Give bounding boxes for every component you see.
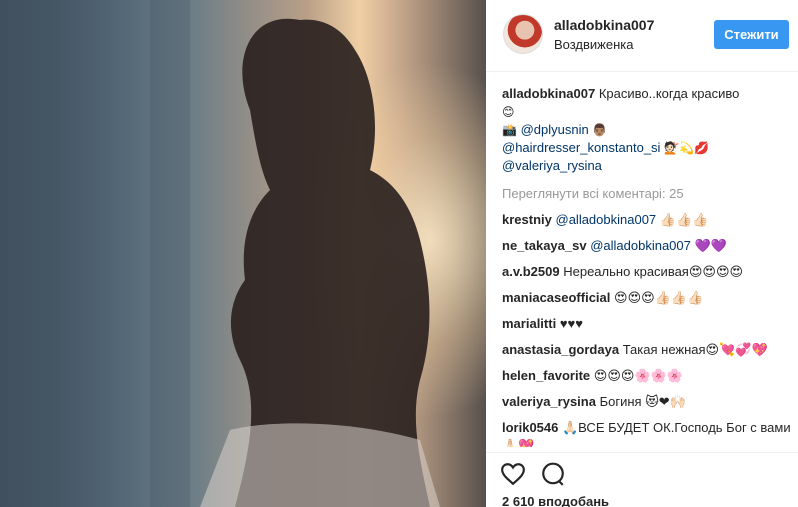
comment-text: Такая нежная😍💘💞💖 — [622, 342, 768, 357]
heart-outline-icon[interactable] — [500, 461, 526, 487]
post-sidebar: alladobkina007 Воздвиженка Стежити allad… — [486, 0, 798, 507]
comment-username[interactable]: a.v.b2509 — [502, 264, 560, 279]
comment-text: Богиня 😻❤🙌🏻 — [599, 394, 686, 409]
post-username[interactable]: alladobkina007 — [554, 17, 654, 33]
comment-row: marialitti ♥♥♥ — [502, 315, 792, 333]
photo-silhouette — [200, 18, 440, 507]
comment-row: a.v.b2509 Нереально красивая😍😍😍😍 — [502, 263, 792, 281]
comment-username[interactable]: krestniy — [502, 212, 552, 227]
comment-row: ne_takaya_sv @alladobkina007 💜💜 — [502, 237, 792, 255]
comment-mention[interactable]: @alladobkina007 — [590, 238, 691, 253]
comment-text: Нереально красивая😍😍😍😍 — [563, 264, 744, 279]
speech-bubble-icon[interactable] — [540, 461, 566, 487]
likes-count[interactable]: 2 610 вподобань — [502, 494, 609, 507]
comment-row: helen_favorite 😍😍😍🌸🌸🌸 — [502, 367, 792, 385]
avatar[interactable] — [503, 14, 543, 54]
comment-username[interactable]: marialitti — [502, 316, 556, 331]
comment-username[interactable]: helen_favorite — [502, 368, 590, 383]
caption-username[interactable]: alladobkina007 — [502, 86, 595, 101]
comment-row: valeriya_rysina Богиня 😻❤🙌🏻 — [502, 393, 792, 411]
camera-emoji: 📸 — [502, 123, 517, 137]
comment-row: anastasia_gordaya Такая нежная😍💘💞💖 — [502, 341, 792, 359]
caption-text: Красиво..когда красиво — [598, 86, 740, 101]
comment-row: maniacaseofficial 😍😍😍👍🏻👍🏻👍🏻 — [502, 289, 792, 307]
comment-username[interactable]: maniacaseofficial — [502, 290, 610, 305]
follow-button[interactable]: Стежити — [714, 20, 789, 49]
smile-emoji: 😊 — [502, 105, 515, 119]
comment-text: ♥♥♥ — [559, 316, 583, 331]
caption: alladobkina007 Красиво..когда красиво 😊 … — [502, 85, 792, 175]
comment-row: lorik0546 🙏🏻ВСЕ БУДЕТ ОК.Господь Бог с в… — [502, 419, 792, 447]
comment-text: 💜💜 — [694, 238, 727, 253]
caption-credit-1-emoji: 👨🏽 — [592, 123, 608, 137]
comment-text: 😍😍😍👍🏻👍🏻👍🏻 — [614, 290, 704, 305]
post-photo[interactable] — [0, 0, 486, 507]
caption-mention-dplyusnin[interactable]: @dplyusnin — [521, 122, 589, 137]
view-all-comments-link[interactable]: Переглянути всі коментарі: 25 — [502, 185, 792, 203]
comment-text: 👍🏻👍🏻👍🏻 — [659, 212, 709, 227]
comment-text: 😍😍😍🌸🌸🌸 — [593, 368, 683, 383]
caption-credit-2-emoji: 💇🏻💫💋 — [664, 141, 709, 155]
post-location[interactable]: Воздвиженка — [554, 37, 634, 52]
comment-username[interactable]: ne_takaya_sv — [502, 238, 587, 253]
caption-mention-hairdresser[interactable]: @hairdresser_konstanto_si — [502, 140, 660, 155]
caption-mention-valeriya[interactable]: @valeriya_rysina — [502, 158, 602, 173]
comment-username[interactable]: valeriya_rysina — [502, 394, 596, 409]
comment-username[interactable]: lorik0546 — [502, 420, 558, 435]
action-bar — [486, 452, 798, 492]
comment-mention[interactable]: @alladobkina007 — [556, 212, 657, 227]
comments-list: alladobkina007 Красиво..когда красиво 😊 … — [502, 85, 792, 447]
comment-row: krestniy @alladobkina007 👍🏻👍🏻👍🏻 — [502, 211, 792, 229]
post-header: alladobkina007 Воздвиженка Стежити — [486, 0, 798, 72]
comment-username[interactable]: anastasia_gordaya — [502, 342, 619, 357]
